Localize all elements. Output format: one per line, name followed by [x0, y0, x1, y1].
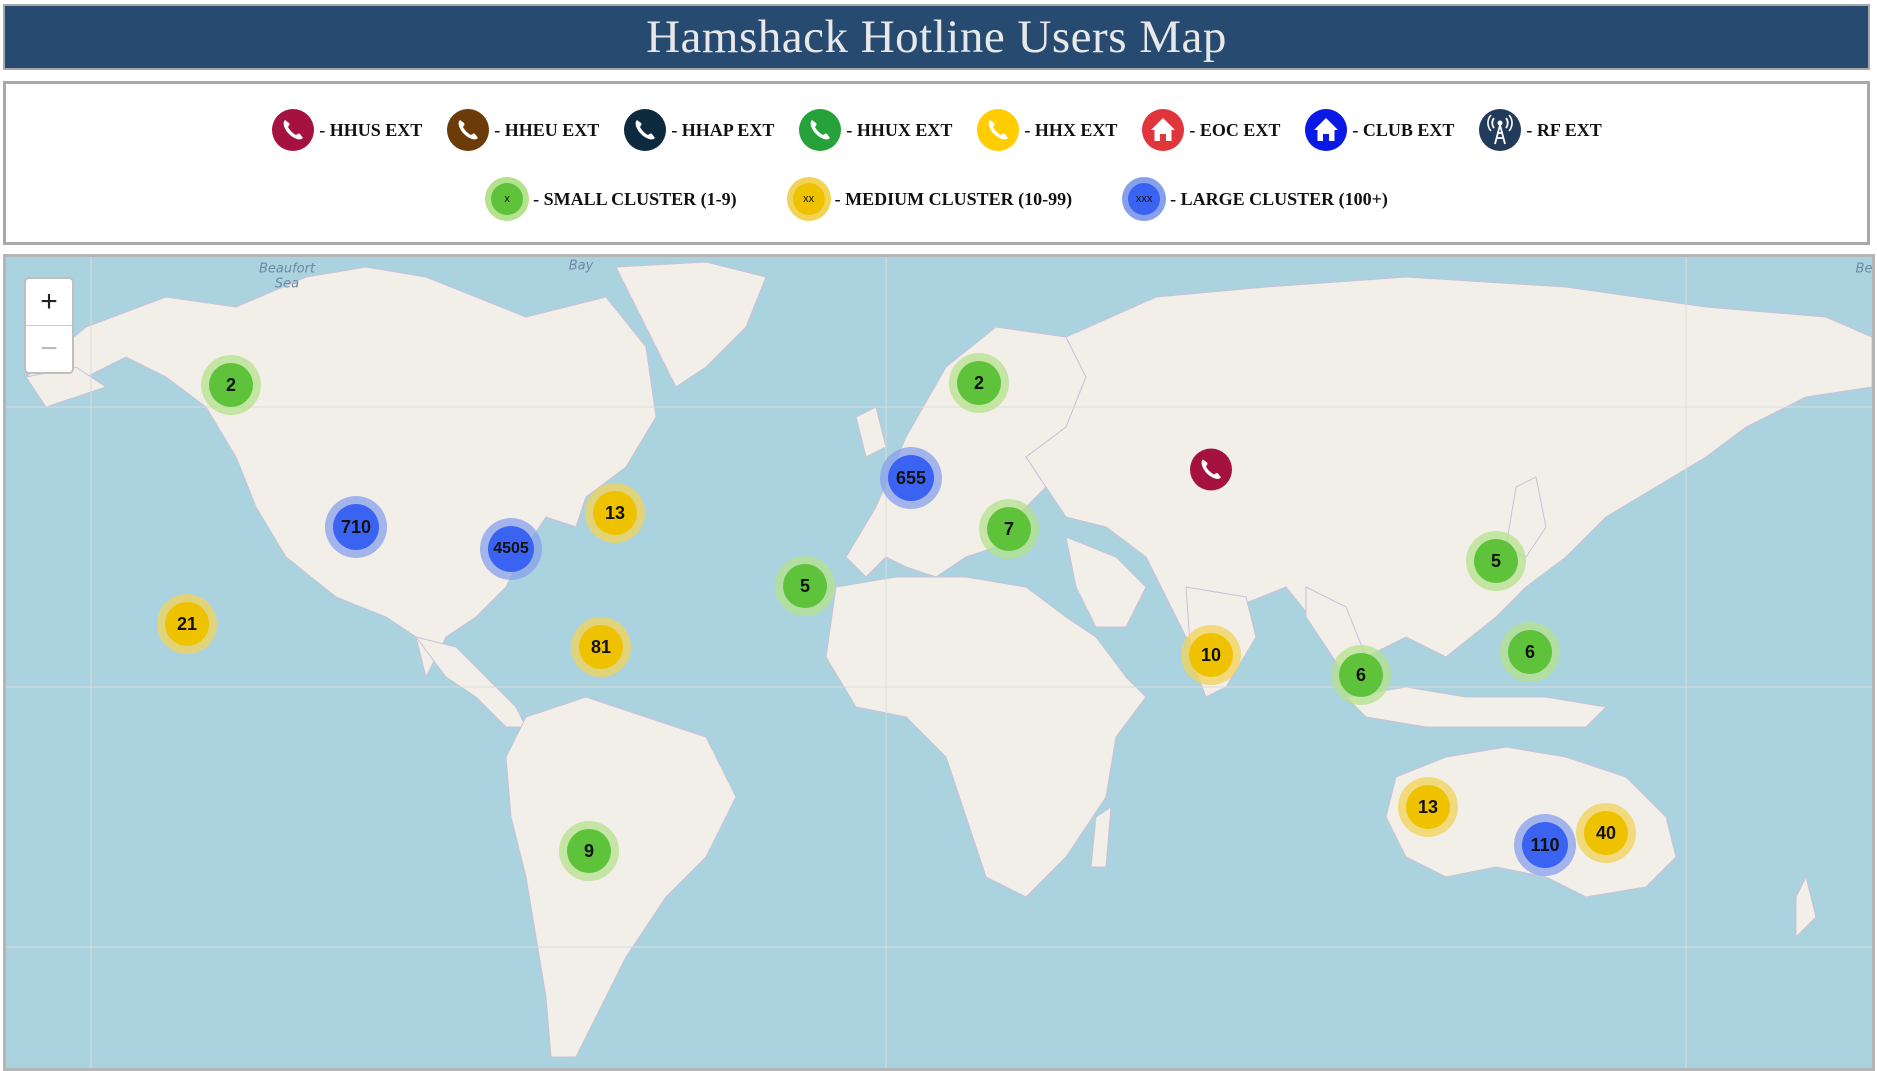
cluster-count: 4505	[488, 526, 534, 572]
house-icon	[1304, 108, 1348, 152]
cluster-marker-eastern-australia[interactable]: 40	[1576, 803, 1636, 863]
cluster-count: 655	[888, 455, 934, 501]
cluster-marker-western-europe[interactable]: 655	[880, 447, 942, 509]
legend-item-extension: - HHEU EXT	[446, 108, 599, 152]
cluster-count: 81	[579, 625, 623, 669]
cluster-marker-philippines[interactable]: 6	[1500, 622, 1560, 682]
phone-icon	[976, 108, 1020, 152]
map-basemap	[6, 257, 1872, 1068]
cluster-swatch-text: xxx	[1128, 183, 1161, 215]
cluster-count: 5	[1474, 539, 1518, 583]
cluster-count: 7	[987, 507, 1031, 551]
zoom-control: + −	[24, 277, 74, 374]
cluster-count: 21	[165, 602, 209, 646]
legend-label: - HHEU EXT	[494, 119, 600, 140]
cluster-marker-argentina[interactable]: 9	[559, 821, 619, 881]
cluster-marker-hawaii[interactable]: 21	[157, 594, 217, 654]
cluster-count: 6	[1508, 630, 1552, 674]
cluster-marker-alaska[interactable]: 2	[201, 355, 261, 415]
legend-label: - HHUS EXT	[319, 119, 423, 140]
cluster-marker-western-australia[interactable]: 13	[1398, 777, 1458, 837]
phone-icon[interactable]	[1189, 448, 1233, 497]
legend-label: - SMALL CLUSTER (1-9)	[533, 188, 737, 209]
cluster-count: 2	[957, 361, 1001, 405]
cluster-swatch-icon: xxx	[1122, 177, 1167, 221]
cluster-marker-caribbean[interactable]: 81	[571, 617, 631, 677]
legend-label: - RF EXT	[1526, 119, 1602, 140]
cluster-count: 13	[1406, 785, 1450, 829]
radio-tower-icon	[1478, 108, 1522, 152]
cluster-swatch-icon: x	[485, 177, 530, 221]
legend-clusters-row: x - SMALL CLUSTER (1-9) xx - MEDIUM CLUSTER…	[6, 176, 1867, 222]
cluster-marker-us-east[interactable]: 4505	[480, 518, 542, 580]
phone-icon	[446, 108, 490, 152]
legend-item-extension: - HHX EXT	[976, 108, 1117, 152]
page-header: Hamshack Hotline Users Map	[3, 4, 1870, 70]
legend-label: - HHX EXT	[1024, 119, 1118, 140]
legend-label: - EOC EXT	[1189, 119, 1281, 140]
cluster-marker-eastern-canada[interactable]: 13	[585, 483, 645, 543]
legend-label: - CLUB EXT	[1352, 119, 1455, 140]
cluster-count: 5	[783, 564, 827, 608]
legend-item-extension: - HHUX EXT	[798, 108, 952, 152]
legend-label: - LARGE CLUSTER (100+)	[1170, 188, 1388, 209]
cluster-count: 2	[209, 363, 253, 407]
map-place-label: Beaufort	[258, 261, 316, 277]
phone-icon	[271, 108, 315, 152]
legend-item-extension: - HHUS EXT	[271, 108, 422, 152]
cluster-marker-scandinavia[interactable]: 2	[949, 353, 1009, 413]
zoom-out-button[interactable]: −	[26, 326, 72, 372]
cluster-count: 13	[593, 491, 637, 535]
legend-label: - MEDIUM CLUSTER (10-99)	[834, 188, 1073, 209]
cluster-swatch-text: xx	[792, 183, 825, 215]
cluster-marker-canary-islands[interactable]: 5	[775, 556, 835, 616]
phone-icon	[798, 108, 842, 152]
cluster-count: 110	[1522, 822, 1568, 868]
cluster-count: 40	[1584, 811, 1628, 855]
legend-item-cluster: xxx - LARGE CLUSTER (100+)	[1122, 177, 1388, 221]
cluster-marker-balkans[interactable]: 7	[979, 499, 1039, 559]
cluster-count: 9	[567, 829, 611, 873]
cluster-marker-india[interactable]: 10	[1181, 625, 1241, 685]
legend-label: - HHAP EXT	[671, 119, 775, 140]
map-place-label: Bay	[568, 258, 594, 274]
legend-item-extension: - EOC EXT	[1141, 108, 1280, 152]
world-map[interactable]: Beaufort Sea Bay Be 2 2 655 13 710 4505 7 5 5 21 81 10…	[3, 254, 1875, 1071]
legend-item-extension: - RF EXT	[1478, 108, 1602, 152]
cluster-marker-japan[interactable]: 5	[1466, 531, 1526, 591]
legend-label: - HHUX EXT	[846, 119, 953, 140]
phone-icon	[623, 108, 667, 152]
legend-panel: - HHUS EXT - HHEU EXT - HHAP EXT - HHUX …	[3, 81, 1870, 245]
legend-item-cluster: xx - MEDIUM CLUSTER (10-99)	[786, 177, 1073, 221]
legend-extensions-row: - HHUS EXT - HHEU EXT - HHAP EXT - HHUX …	[6, 107, 1867, 153]
cluster-count: 6	[1339, 653, 1383, 697]
cluster-marker-us-west[interactable]: 710	[325, 496, 387, 558]
house-icon	[1141, 108, 1185, 152]
zoom-in-button[interactable]: +	[26, 279, 72, 326]
cluster-count: 10	[1189, 633, 1233, 677]
cluster-count: 710	[333, 504, 379, 550]
legend-item-extension: - CLUB EXT	[1304, 108, 1454, 152]
map-place-label: Be	[1855, 261, 1873, 277]
legend-item-extension: - HHAP EXT	[623, 108, 774, 152]
page-title: Hamshack Hotline Users Map	[646, 11, 1227, 63]
cluster-marker-malaysia[interactable]: 6	[1331, 645, 1391, 705]
cluster-swatch-text: x	[491, 183, 524, 215]
map-place-label: Sea	[274, 276, 300, 292]
legend-item-cluster: x - SMALL CLUSTER (1-9)	[485, 177, 737, 221]
cluster-swatch-icon: xx	[786, 177, 831, 221]
cluster-marker-south-australia[interactable]: 110	[1514, 814, 1576, 876]
